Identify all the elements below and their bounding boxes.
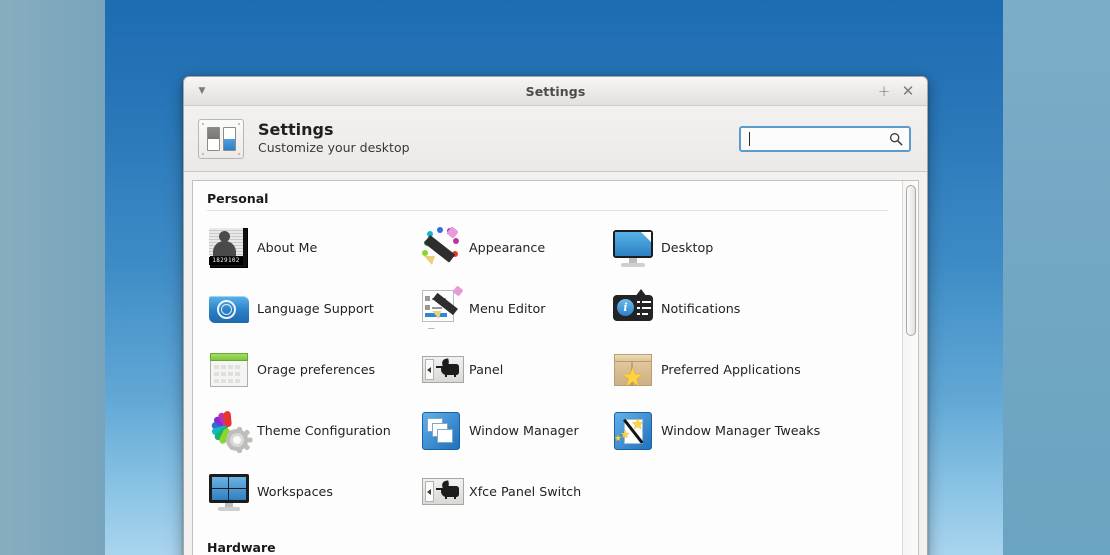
settings-item-label: Workspaces [257,483,333,499]
settings-item-desktop[interactable]: Desktop [611,217,902,278]
settings-item-label: Desktop [661,239,714,255]
settings-header: Settings Customize your desktop [184,106,927,172]
settings-item-label: Window Manager Tweaks [661,422,821,438]
settings-item-label: Menu Editor [469,300,546,316]
settings-window: ▼ Settings + ✕ Settings Customize your d… [183,76,928,555]
vertical-scrollbar[interactable] [902,181,918,555]
settings-switches-icon [198,118,244,159]
panel-icon [419,348,464,392]
settings-item-appearance[interactable]: Appearance [419,217,611,278]
section-header-hardware: Hardware [207,540,888,555]
window-title: Settings [525,83,586,99]
settings-item-label: Window Manager [469,422,579,438]
notifications-icon: i [611,287,655,331]
appearance-icon [419,225,463,270]
settings-item-label: Appearance [469,239,546,255]
search-icon [890,132,903,145]
settings-item-label: Preferred Applications [661,361,801,377]
settings-item-window-manager-tweaks[interactable]: ★ ★ ★ Window Manager Tweaks [611,400,902,461]
section-header-personal: Personal [207,191,888,211]
xfce-panel-switch-icon [419,470,464,514]
text-caret [749,131,750,146]
window-manager-tweaks-icon: ★ ★ ★ [611,409,655,453]
settings-item-workspaces[interactable]: Workspaces [207,461,419,522]
desktop-icon [611,226,655,270]
page-title: Settings [258,119,334,139]
settings-item-about-me[interactable]: 1829102 About Me [207,217,419,278]
settings-item-label: Orage preferences [257,361,376,377]
settings-item-label: Panel [469,361,504,377]
settings-grid-personal: 1829102 About Me Appearance Desktop Lang… [207,217,902,522]
wallpaper-right-band [1003,0,1110,555]
window-titlebar[interactable]: ▼ Settings + ✕ [184,77,927,106]
settings-item-window-manager[interactable]: Window Manager [419,400,611,461]
close-button[interactable]: ✕ [897,80,919,102]
about-me-badge: 1829102 [209,256,243,265]
settings-item-orage-preferences[interactable]: Orage preferences [207,339,419,400]
window-manager-icon [419,409,463,453]
settings-content: Personal 1829102 About Me Appearance Des… [192,180,919,555]
settings-item-notifications[interactable]: i Notifications [611,278,902,339]
wallpaper-left-band [0,0,105,555]
workspaces-icon [207,470,251,514]
scrollbar-thumb[interactable] [906,185,916,336]
theme-configuration-icon [207,409,252,453]
settings-item-label: Language Support [257,300,374,316]
language-support-icon [207,287,251,331]
search-input[interactable] [739,125,911,152]
settings-item-panel[interactable]: Panel [419,339,611,400]
preferred-applications-icon: ★ [611,348,655,392]
settings-item-label: Theme Configuration [257,422,391,438]
settings-scroll-area: Personal 1829102 About Me Appearance Des… [193,181,902,555]
settings-item-label: Notifications [661,300,741,316]
settings-item-preferred-applications[interactable]: ★ Preferred Applications [611,339,902,400]
settings-item-menu-editor[interactable]: Menu Editor [419,278,611,339]
desktop-wallpaper: ▼ Settings + ✕ Settings Customize your d… [0,0,1110,555]
orage-calendar-icon [207,348,251,392]
settings-item-theme-configuration[interactable]: Theme Configuration [207,400,419,461]
page-subtitle: Customize your desktop [258,140,410,156]
maximize-button[interactable]: + [873,80,895,102]
chevron-down-icon[interactable]: ▼ [191,80,213,102]
menu-editor-icon [419,284,464,331]
settings-item-label: About Me [257,239,318,255]
about-me-icon: 1829102 [207,226,251,270]
settings-item-xfce-panel-switch[interactable]: Xfce Panel Switch [419,461,611,522]
settings-item-label: Xfce Panel Switch [469,483,582,499]
settings-item-language-support[interactable]: Language Support [207,278,419,339]
